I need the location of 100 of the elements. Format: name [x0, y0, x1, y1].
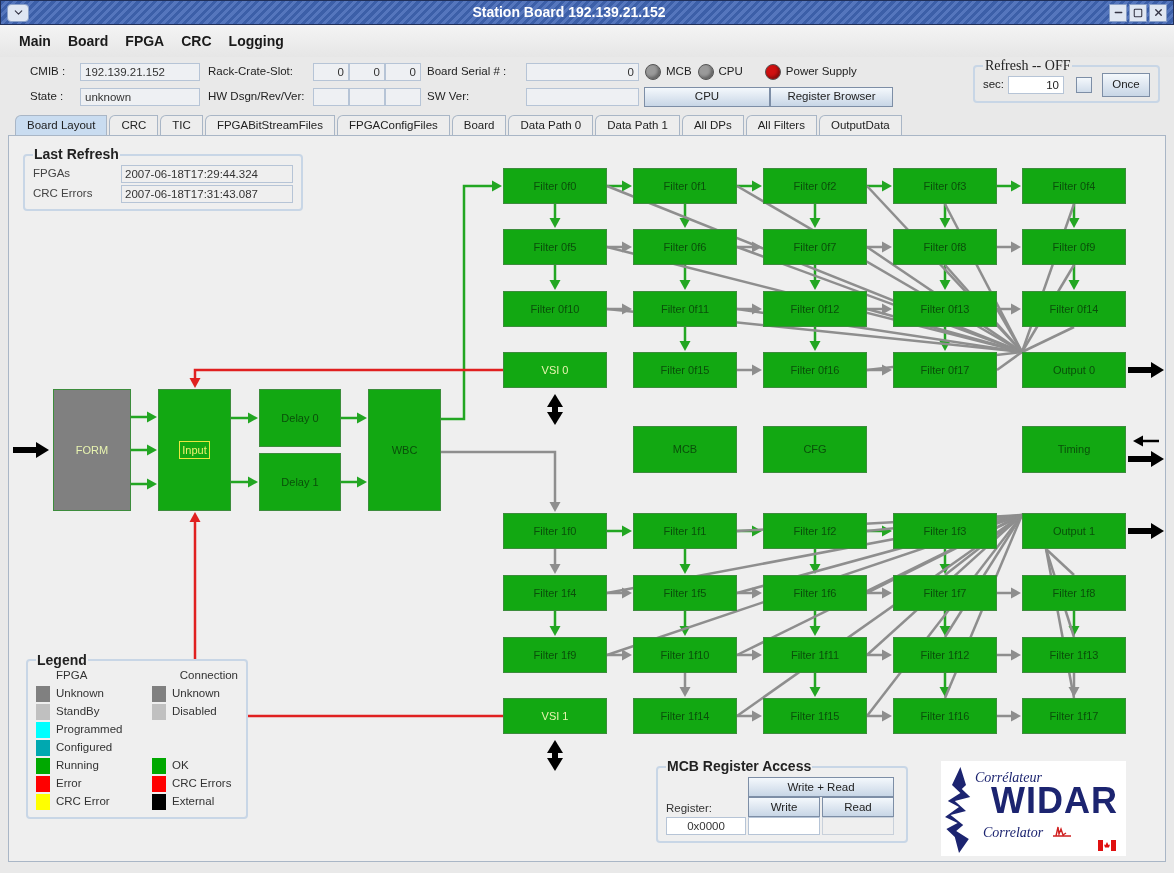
fpga-block[interactable]: MCB [633, 426, 737, 473]
filter-block[interactable]: Filter 0f0 [503, 168, 607, 204]
filter-block[interactable]: Filter 0f14 [1022, 291, 1126, 327]
filter-block[interactable]: Filter 0f1 [633, 168, 737, 204]
filter-block[interactable]: Filter 1f9 [503, 637, 607, 673]
tab[interactable]: Data Path 1 [595, 115, 680, 135]
filter-block[interactable]: Filter 0f8 [893, 229, 997, 265]
filter-block[interactable]: Filter 0f15 [633, 352, 737, 388]
version-field[interactable] [385, 88, 421, 106]
filter-block[interactable]: Filter 1f12 [893, 637, 997, 673]
filter-block[interactable]: Filter 0f16 [763, 352, 867, 388]
menu-item[interactable]: Board [67, 30, 109, 52]
tab[interactable]: All DPs [681, 115, 744, 135]
filter-block[interactable]: Filter 0f17 [893, 352, 997, 388]
filter-block[interactable]: Filter 1f3 [893, 513, 997, 549]
filter-block[interactable]: Filter 0f6 [633, 229, 737, 265]
field-label: State : [30, 89, 65, 105]
number-field[interactable]: 0 [349, 63, 385, 81]
tab[interactable]: FPGAConfigFiles [336, 115, 450, 135]
filter-block[interactable]: Filter 0f9 [1022, 229, 1126, 265]
tab[interactable]: Board [451, 115, 507, 135]
filter-block[interactable]: Filter 1f15 [763, 698, 867, 734]
filter-block[interactable]: Filter 0f10 [503, 291, 607, 327]
fpga-block[interactable]: VSI 1 [503, 698, 607, 734]
column-heading: FPGA [55, 668, 89, 683]
row-label: FPGAs [33, 166, 72, 181]
filter-block[interactable]: Filter 1f6 [763, 575, 867, 611]
tab[interactable]: Board Layout [15, 115, 108, 135]
filter-block[interactable]: Filter 1f5 [633, 575, 737, 611]
filter-block[interactable]: Filter 0f7 [763, 229, 867, 265]
filter-block[interactable]: Filter 1f8 [1022, 575, 1126, 611]
fpga-block[interactable]: Timing [1022, 426, 1126, 473]
tab[interactable]: OutputData [818, 115, 902, 135]
result-field [822, 817, 894, 835]
field-label: CMIB : [30, 64, 67, 80]
fpga-block[interactable]: Delay 0 [259, 389, 341, 447]
minimize-button[interactable] [1109, 3, 1127, 22]
filter-block[interactable]: Filter 1f2 [763, 513, 867, 549]
legend-label: CRC Error [56, 794, 110, 810]
field-label: sec: [982, 77, 1004, 93]
auto-refresh-checkbox[interactable] [1076, 77, 1092, 93]
menu-item[interactable]: FPGA [125, 30, 165, 52]
filter-block[interactable]: Filter 1f4 [503, 575, 607, 611]
version-field[interactable] [313, 88, 349, 106]
filter-block[interactable]: Filter 0f4 [1022, 168, 1126, 204]
filter-block[interactable]: Filter 0f3 [893, 168, 997, 204]
write-read-button[interactable]: Write + Read [748, 777, 894, 797]
fpga-block[interactable]: WBC [368, 389, 441, 511]
fpga-block[interactable]: Delay 1 [259, 453, 341, 511]
register-field[interactable]: 0x0000 [666, 817, 746, 835]
window-menu-button[interactable] [7, 3, 29, 22]
filter-block[interactable]: Filter 0f11 [633, 291, 737, 327]
menu-item[interactable]: Main [19, 30, 51, 52]
value-field[interactable] [748, 817, 820, 835]
legend-label: Running [56, 758, 99, 774]
filter-block[interactable]: Filter 1f7 [893, 575, 997, 611]
tab[interactable]: Data Path 0 [508, 115, 594, 135]
filter-block[interactable]: Filter 0f13 [893, 291, 997, 327]
fpga-block[interactable]: VSI 0 [503, 352, 607, 388]
filter-block[interactable]: Filter 1f16 [893, 698, 997, 734]
tab[interactable]: CRC [109, 115, 159, 135]
cmib-field[interactable]: 192.139.21.152 [80, 63, 200, 81]
maximize-button[interactable] [1129, 3, 1147, 22]
number-field[interactable]: 0 [385, 63, 421, 81]
filter-block[interactable]: Filter 1f14 [633, 698, 737, 734]
fpga-block[interactable]: FORM [53, 389, 131, 511]
toolbar-button[interactable]: CPU [644, 87, 770, 107]
close-button[interactable] [1149, 3, 1167, 22]
write-button[interactable]: Write [748, 797, 820, 817]
fpga-block[interactable]: Input [158, 389, 231, 511]
version-field[interactable] [349, 88, 385, 106]
seconds-field[interactable]: 10 [1008, 76, 1064, 94]
filter-block[interactable]: Filter 1f0 [503, 513, 607, 549]
mountain-logo-icon [945, 767, 973, 853]
panel-title: Legend [36, 653, 88, 667]
fpga-block[interactable]: Output 0 [1022, 352, 1126, 388]
legend-label: Disabled [172, 704, 217, 720]
filter-block[interactable]: Filter 0f12 [763, 291, 867, 327]
tab[interactable]: TIC [160, 115, 203, 135]
tab[interactable]: All Filters [745, 115, 817, 135]
fpga-block[interactable]: Output 1 [1022, 513, 1126, 549]
filter-block[interactable]: Filter 0f5 [503, 229, 607, 265]
menu-item[interactable]: CRC [181, 30, 212, 52]
number-field[interactable]: 0 [313, 63, 349, 81]
filter-block[interactable]: Filter 1f13 [1022, 637, 1126, 673]
state-field[interactable]: unknown [80, 88, 200, 106]
timestamp-field: 2007-06-18T17:29:44.324 [121, 165, 293, 183]
toolbar-button[interactable]: Register Browser [770, 87, 893, 107]
filter-block[interactable]: Filter 1f1 [633, 513, 737, 549]
once-button[interactable]: Once [1102, 73, 1150, 97]
filter-block[interactable]: Filter 0f2 [763, 168, 867, 204]
read-button[interactable]: Read [822, 797, 894, 817]
tab[interactable]: FPGABitStreamFiles [204, 115, 335, 135]
fpga-block[interactable]: CFG [763, 426, 867, 473]
filter-block[interactable]: Filter 1f11 [763, 637, 867, 673]
menu-item[interactable]: Logging [228, 30, 284, 52]
filter-block[interactable]: Filter 1f10 [633, 637, 737, 673]
sw-version-field[interactable] [526, 88, 639, 106]
serial-field[interactable]: 0 [526, 63, 639, 81]
filter-block[interactable]: Filter 1f17 [1022, 698, 1126, 734]
